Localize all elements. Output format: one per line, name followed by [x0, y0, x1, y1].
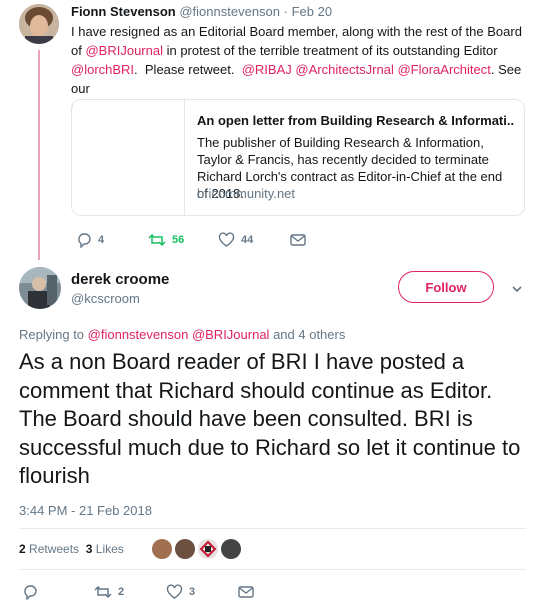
- card-domain: bricommunity.net: [197, 186, 296, 201]
- liker-avatar[interactable]: [221, 539, 241, 559]
- replying-suffix: and 4 others: [269, 327, 346, 342]
- parent-reply-button[interactable]: 4: [76, 232, 104, 248]
- heart-icon: [166, 584, 183, 599]
- link-preview-card[interactable]: An open letter from Building Research & …: [71, 99, 525, 216]
- replying-to: Replying to @fionnstevenson @BRIJournal …: [19, 327, 345, 342]
- engagement-stats: 2 Retweets 3 Likes: [19, 542, 124, 556]
- follow-button[interactable]: Follow: [398, 271, 494, 303]
- card-title: An open letter from Building Research & …: [197, 113, 515, 128]
- more-options-button[interactable]: [511, 281, 523, 299]
- likes-label: Likes: [95, 542, 124, 556]
- card-thumbnail: [72, 100, 185, 215]
- liker-avatar[interactable]: [152, 539, 172, 559]
- envelope-icon: [238, 586, 254, 598]
- parent-dm-button[interactable]: [290, 233, 312, 247]
- derek-avatar[interactable]: [19, 267, 61, 309]
- parent-author-name[interactable]: Fionn Stevenson: [71, 4, 176, 19]
- thread-connector: [38, 50, 40, 260]
- parent-text-line-2: of @BRIJournal in protest of the terribl…: [71, 41, 531, 60]
- retweets-stat[interactable]: 2 Retweets: [19, 542, 79, 556]
- mention-brijournal[interactable]: @BRIJournal: [85, 43, 163, 58]
- tweet-timestamp[interactable]: 3:44 PM - 21 Feb 2018: [19, 503, 152, 518]
- replying-prefix: Replying to: [19, 327, 88, 342]
- parent-retweet-count: 56: [172, 234, 185, 246]
- replying-mention-fionn[interactable]: @fionnstevenson: [88, 327, 189, 342]
- retweets-label: Retweets: [29, 542, 80, 556]
- retweet-count: 2: [118, 586, 125, 598]
- retweet-icon: [94, 585, 112, 599]
- parent-text-fragment: in protest of the terrible treatment of …: [162, 43, 498, 58]
- parent-text-line-3: @lorchBRI. Please retweet. @RIBAJ @Archi…: [71, 60, 531, 98]
- liker-avatar[interactable]: [175, 539, 195, 559]
- reply-icon: [78, 233, 91, 248]
- mention-architectsjrnal[interactable]: @ArchitectsJrnal: [295, 62, 393, 77]
- retweets-count: 2: [19, 542, 26, 556]
- tweet-text: As a non Board reader of BRI I have post…: [19, 349, 521, 488]
- parent-reply-count: 4: [98, 234, 105, 246]
- mention-floraarchitect[interactable]: @FloraArchitect: [397, 62, 490, 77]
- parent-text-fragment: . Please retweet.: [134, 62, 242, 77]
- likes-stat[interactable]: 3 Likes: [86, 542, 124, 556]
- parent-retweet-button[interactable]: 56: [148, 232, 184, 248]
- tweet-author-name[interactable]: derek croome: [71, 271, 169, 288]
- parent-like-button[interactable]: 44: [218, 232, 253, 248]
- chevron-down-icon: [512, 286, 522, 293]
- fionn-avatar-image: [19, 4, 59, 44]
- likes-count: 3: [85, 542, 93, 556]
- parent-author-handle[interactable]: @fionnstevenson: [179, 4, 280, 19]
- divider: [19, 569, 526, 570]
- mention-lorchbri[interactable]: @lorchBRI: [71, 62, 134, 77]
- retweet-button[interactable]: 2: [94, 584, 124, 600]
- fionn-avatar[interactable]: [19, 4, 59, 44]
- derek-avatar-image: [19, 267, 61, 309]
- parent-dot: ·: [283, 4, 288, 19]
- parent-date[interactable]: Feb 20: [292, 4, 332, 19]
- parent-text-line-1: I have resigned as an Editorial Board me…: [71, 24, 522, 39]
- tweet-author-handle[interactable]: @kcscroom: [71, 291, 140, 306]
- heart-icon: [218, 232, 235, 247]
- replying-mention-bri[interactable]: @BRIJournal: [192, 327, 270, 342]
- reply-button[interactable]: [22, 584, 44, 600]
- dm-button[interactable]: [238, 585, 260, 599]
- retweet-icon: [148, 233, 166, 247]
- reply-icon: [24, 585, 37, 600]
- likers-avatars: [152, 539, 241, 559]
- logo-icon: [200, 541, 216, 557]
- divider: [19, 528, 526, 529]
- parent-tweet-header: Fionn Stevenson @fionnstevenson · Feb 20: [71, 4, 332, 19]
- parent-like-count: 44: [241, 234, 254, 246]
- liker-avatar[interactable]: [198, 539, 218, 559]
- parent-text-fragment: of: [71, 43, 86, 58]
- mention-ribaj[interactable]: @RIBAJ: [242, 62, 292, 77]
- like-count: 3: [189, 586, 196, 598]
- envelope-icon: [290, 234, 306, 246]
- like-button[interactable]: 3: [166, 584, 195, 600]
